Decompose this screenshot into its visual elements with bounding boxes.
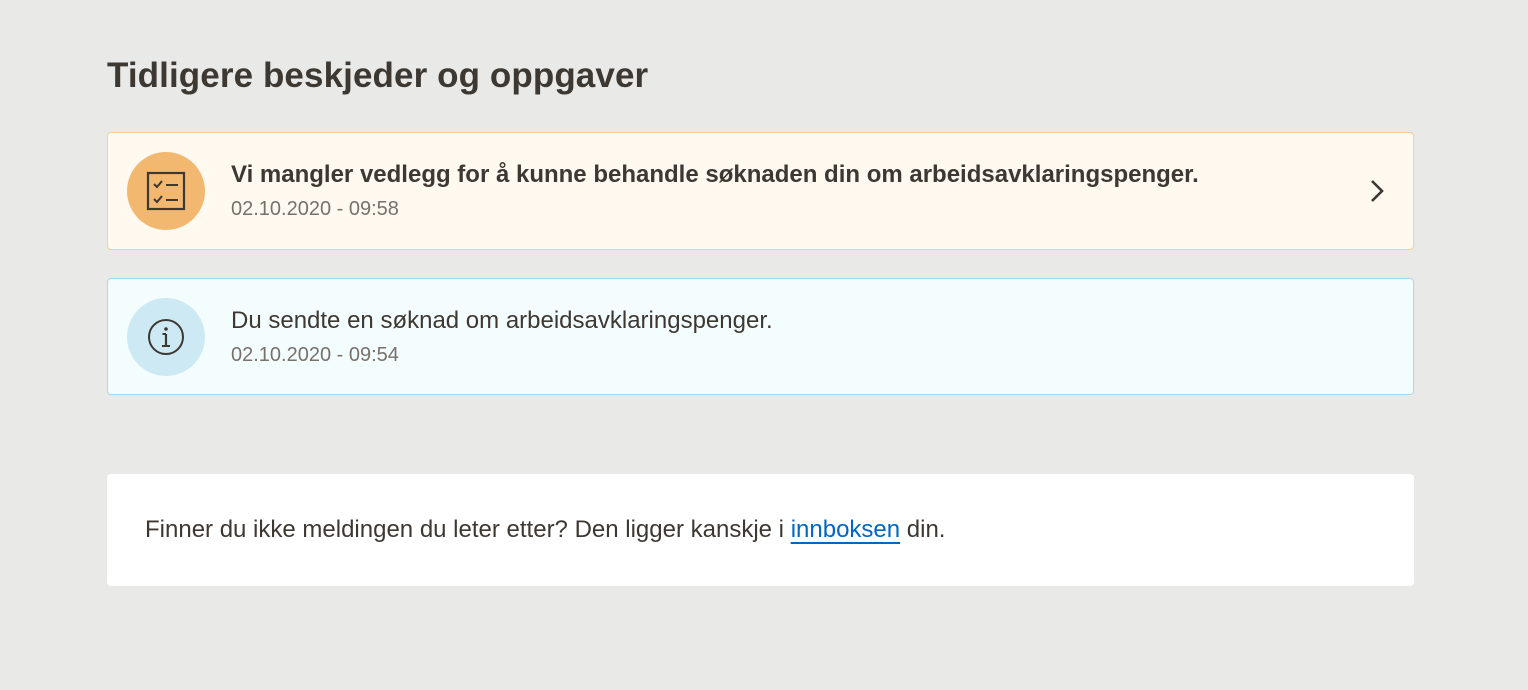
notification-message: Vi mangler vedlegg for å kunne behandle … [231,161,1199,188]
section-title: Tidligere beskjeder og oppgaver [107,56,649,95]
notification-message: Du sendte en søknad om arbeidsavklarings… [231,307,773,334]
notification-info-text: Du sendte en søknad om arbeidsavklarings… [231,305,773,369]
inbox-hint-prefix: Finner du ikke meldingen du leter etter?… [145,516,791,543]
inbox-link[interactable]: innboksen [791,516,900,543]
info-icon [148,318,184,355]
notification-info-card: Du sendte en søknad om arbeidsavklarings… [107,278,1414,395]
notification-task-card[interactable]: Vi mangler vedlegg for å kunne behandle … [107,132,1414,250]
inbox-hint-box: Finner du ikke meldingen du leter etter?… [107,474,1414,586]
inbox-hint-text: Finner du ikke meldingen du leter etter?… [145,516,945,544]
chevron-right-icon[interactable] [1365,179,1389,203]
notification-date: 02.10.2020 - 09:58 [231,198,399,220]
notification-task-text: Vi mangler vedlegg for å kunne behandle … [231,159,1199,223]
task-icon-circle [127,152,205,230]
notification-date: 02.10.2020 - 09:54 [231,344,399,366]
inbox-hint-suffix: din. [900,516,946,543]
checklist-icon [146,171,186,211]
info-icon-circle [127,297,205,376]
